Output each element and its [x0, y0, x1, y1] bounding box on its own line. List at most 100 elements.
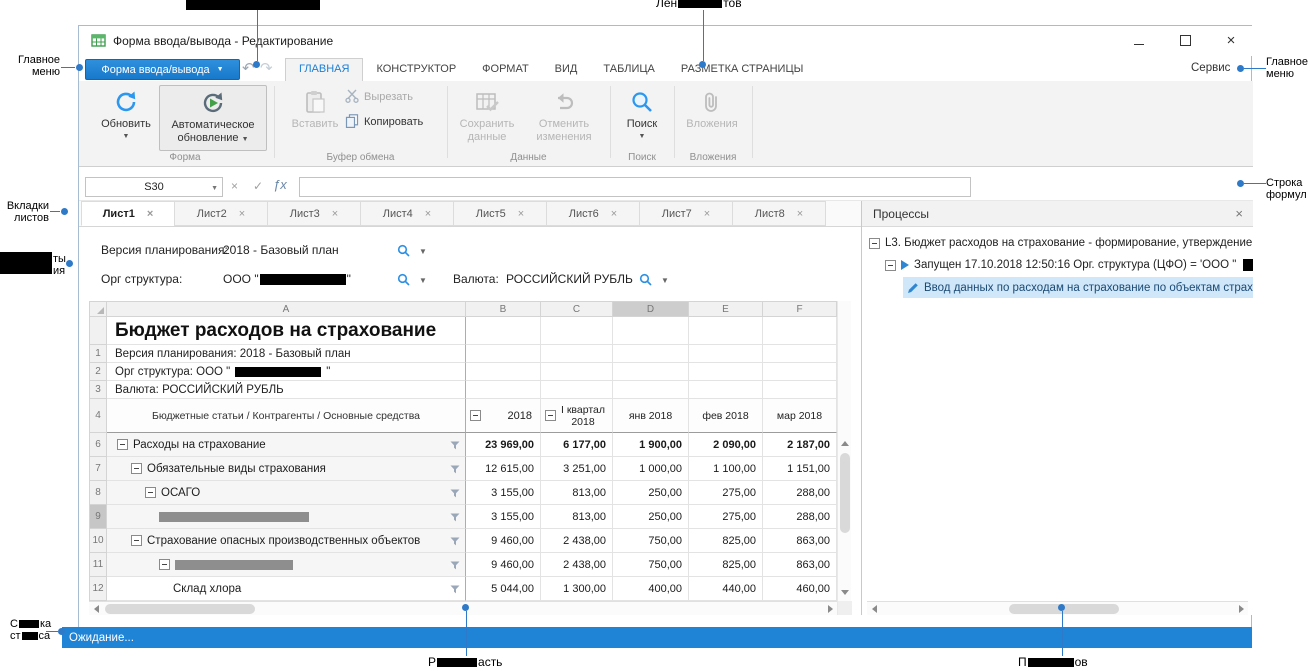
grid-cell[interactable]: янв 2018: [613, 399, 689, 433]
grid-cell[interactable]: Страхование опасных производственных объ…: [107, 529, 466, 553]
column-header[interactable]: D: [613, 301, 689, 317]
chevron-down-icon[interactable]: ▼: [211, 185, 218, 192]
tab-close-icon[interactable]: ×: [425, 208, 431, 220]
paste-button[interactable]: Вставить: [288, 85, 342, 131]
insert-function-icon[interactable]: ƒx: [273, 177, 287, 192]
grid-cell[interactable]: ОСАГО: [107, 481, 466, 505]
grid-cell[interactable]: [689, 317, 763, 345]
grid-cell[interactable]: [466, 345, 541, 363]
row-header[interactable]: 9: [89, 505, 107, 529]
close-button[interactable]: ×: [1216, 30, 1246, 50]
grid-cell[interactable]: 750,00: [613, 553, 689, 577]
vertical-scrollbar[interactable]: [837, 301, 851, 615]
cancel-entry-icon[interactable]: ×: [231, 179, 238, 193]
tab-close-icon[interactable]: ×: [704, 208, 710, 220]
grid-cell[interactable]: Расходы на страхование: [107, 433, 466, 457]
collapse-icon[interactable]: [131, 463, 142, 474]
grid-cell[interactable]: фев 2018: [689, 399, 763, 433]
grid-cell[interactable]: 1 151,00: [763, 457, 837, 481]
ribbon-tab[interactable]: ВИД: [542, 58, 591, 81]
grid-cell[interactable]: [763, 317, 837, 345]
collapse-icon[interactable]: [145, 487, 156, 498]
grid-cell[interactable]: [613, 363, 689, 381]
grid-cell[interactable]: [541, 317, 613, 345]
grid-cell[interactable]: Обязательные виды страхования: [107, 457, 466, 481]
row-header[interactable]: 3: [89, 381, 107, 399]
grid-cell[interactable]: [613, 317, 689, 345]
grid-cell[interactable]: 3 155,00: [466, 505, 541, 529]
grid-cell[interactable]: [689, 345, 763, 363]
chevron-down-icon[interactable]: ▼: [419, 276, 427, 285]
collapse-icon[interactable]: [117, 439, 128, 450]
grid-cell[interactable]: [613, 381, 689, 399]
column-header[interactable]: F: [763, 301, 837, 317]
sheet-tab[interactable]: Лист4×: [360, 201, 454, 226]
filter-icon[interactable]: [450, 465, 460, 474]
grid-cell[interactable]: [541, 345, 613, 363]
process-item[interactable]: Запущен 17.10.2018 12:50:16 Орг. структу…: [885, 255, 1253, 275]
sheet-tab[interactable]: Лист6×: [546, 201, 640, 226]
filter-icon[interactable]: [450, 561, 460, 570]
grid-cell[interactable]: 9 460,00: [466, 529, 541, 553]
grid-cell[interactable]: 250,00: [613, 505, 689, 529]
row-header[interactable]: 1: [89, 345, 107, 363]
grid-cell[interactable]: 813,00: [541, 505, 613, 529]
grid-cell[interactable]: [689, 363, 763, 381]
grid-cell[interactable]: [541, 381, 613, 399]
grid-cell[interactable]: 3 251,00: [541, 457, 613, 481]
row-header[interactable]: 4: [89, 399, 107, 433]
scrollbar-thumb[interactable]: [105, 604, 255, 614]
save-data-button[interactable]: Сохранить данные: [454, 85, 520, 144]
grid-cell[interactable]: 825,00: [689, 553, 763, 577]
grid-cell[interactable]: 275,00: [689, 505, 763, 529]
filter-icon[interactable]: [450, 489, 460, 498]
column-header[interactable]: C: [541, 301, 613, 317]
grid-cell[interactable]: мар 2018: [763, 399, 837, 433]
grid-cell[interactable]: Орг структура: ООО "": [107, 363, 466, 381]
grid-cell[interactable]: 460,00: [763, 577, 837, 601]
scroll-down-icon[interactable]: [838, 585, 852, 599]
process-item-selected[interactable]: Ввод данных по расходам на страхование п…: [903, 277, 1253, 298]
filter-icon[interactable]: [450, 537, 460, 546]
ribbon-tab[interactable]: КОНСТРУКТОР: [363, 58, 469, 81]
grid-cell[interactable]: 863,00: [763, 529, 837, 553]
tab-close-icon[interactable]: ×: [518, 208, 524, 220]
grid-cell[interactable]: 1 100,00: [689, 457, 763, 481]
row-header[interactable]: 12: [89, 577, 107, 601]
grid-cell[interactable]: Бюджет расходов на страхование: [107, 317, 466, 345]
sheet-tab[interactable]: Лист5×: [453, 201, 547, 226]
redo-icon[interactable]: ↷: [260, 61, 273, 76]
version-value[interactable]: 2018 - Базовый план: [223, 243, 339, 257]
collapse-icon[interactable]: [159, 559, 170, 570]
chevron-down-icon[interactable]: ▼: [661, 276, 669, 285]
grid-cell[interactable]: 5 044,00: [466, 577, 541, 601]
grid-cell[interactable]: [763, 345, 837, 363]
tab-close-icon[interactable]: ×: [797, 208, 803, 220]
scroll-right-icon[interactable]: [823, 602, 837, 616]
grid-cell[interactable]: [466, 363, 541, 381]
grid-cell[interactable]: 23 969,00: [466, 433, 541, 457]
copy-button[interactable]: Копировать: [345, 114, 423, 130]
confirm-entry-icon[interactable]: ✓: [253, 179, 263, 193]
grid-cell[interactable]: 750,00: [613, 529, 689, 553]
attachments-button[interactable]: Вложения: [681, 85, 743, 131]
tab-close-icon[interactable]: ×: [147, 208, 153, 220]
scrollbar-thumb[interactable]: [840, 453, 850, 533]
grid-cell[interactable]: [466, 317, 541, 345]
undo-changes-button[interactable]: Отменить изменения: [526, 85, 602, 144]
ribbon-tab[interactable]: ФОРМАТ: [469, 58, 542, 81]
tab-close-icon[interactable]: ×: [332, 208, 338, 220]
row-header[interactable]: 2: [89, 363, 107, 381]
search-icon[interactable]: [639, 273, 652, 291]
grid-cell[interactable]: 2018: [466, 399, 541, 433]
scroll-left-icon[interactable]: [867, 602, 881, 616]
column-header[interactable]: E: [689, 301, 763, 317]
grid-cell[interactable]: 3 155,00: [466, 481, 541, 505]
process-item[interactable]: L3. Бюджет расходов на страхование - фор…: [869, 233, 1253, 253]
grid-cell[interactable]: [763, 381, 837, 399]
grid-cell[interactable]: 1 300,00: [541, 577, 613, 601]
sheet-tab[interactable]: Лист7×: [639, 201, 733, 226]
grid-cell[interactable]: 12 615,00: [466, 457, 541, 481]
collapse-icon[interactable]: [470, 410, 481, 421]
org-value[interactable]: ООО "": [223, 272, 351, 286]
